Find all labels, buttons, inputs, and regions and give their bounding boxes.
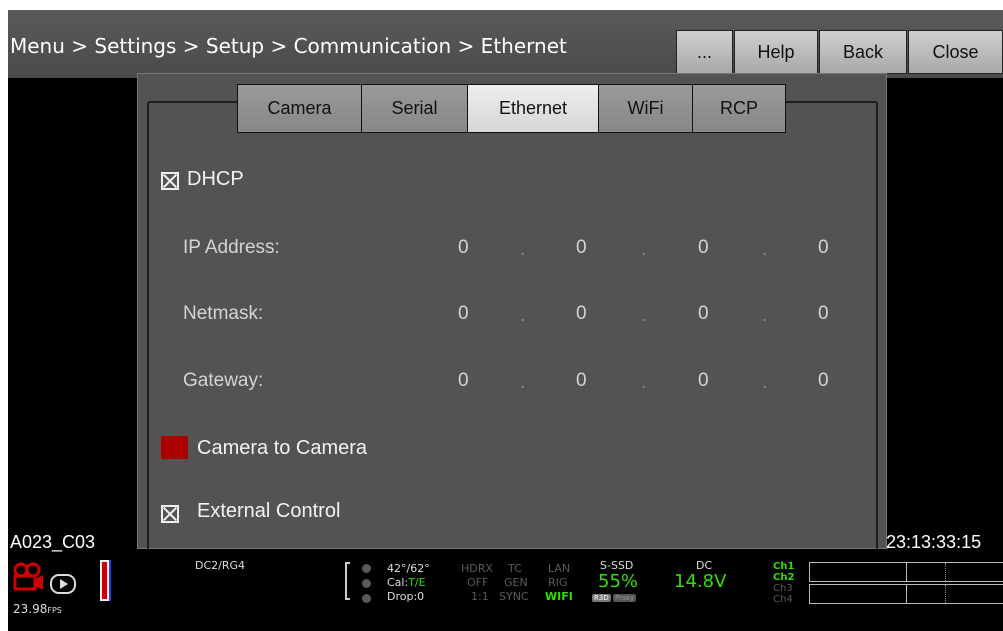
indicator-dot	[362, 564, 371, 573]
fps-display: 23.98FPS	[13, 602, 62, 616]
tab-serial[interactable]: Serial	[362, 85, 468, 132]
status-bar: 23.98FPS DC2/RG4 42°/62° Cal:T/E Drop:0 …	[8, 556, 1003, 631]
netmask-label: Netmask:	[183, 303, 264, 324]
gateway-label: Gateway:	[183, 370, 264, 391]
aspect-ratio: 1:1	[471, 590, 489, 603]
breadcrumb: Menu > Settings > Setup > Communication …	[10, 34, 567, 58]
top-bar: Menu > Settings > Setup > Communication …	[8, 10, 1003, 78]
timecode: 23:13:33:15	[886, 532, 982, 552]
audio-meter-lower	[809, 584, 1003, 604]
audio-level-bar	[109, 560, 111, 601]
audio-channel-2: Ch2	[773, 572, 795, 583]
calibration-status: Cal:T/E	[387, 576, 426, 589]
ip-octet-1[interactable]: 0	[458, 237, 469, 259]
ip-separator: .	[520, 239, 526, 260]
cal-label: Cal:	[387, 576, 409, 589]
netmask-octet-3[interactable]: 0	[698, 303, 709, 325]
sensor-temp: 42°/62°	[387, 562, 430, 575]
audio-channel-3: Ch3	[773, 583, 793, 594]
genlock-label: GEN	[504, 576, 528, 589]
rig-label: RIG	[548, 576, 568, 589]
gateway-separator: .	[520, 372, 526, 393]
look-name: DC2/RG4	[195, 559, 246, 572]
ip-address-label: IP Address:	[183, 237, 280, 258]
ip-separator: .	[762, 239, 768, 260]
gateway-octet-2[interactable]: 0	[576, 370, 587, 392]
more-button[interactable]: ...	[676, 30, 733, 74]
netmask-octet-1[interactable]: 0	[458, 303, 469, 325]
gateway-octet-1[interactable]: 0	[458, 370, 469, 392]
netmask-separator: .	[641, 305, 647, 326]
tab-rcp[interactable]: RCP	[693, 85, 785, 132]
ethernet-settings-dialog: Camera Serial Ethernet WiFi RCP DHCP IP …	[137, 73, 887, 549]
netmask-separator: .	[520, 305, 526, 326]
indicator-dot	[362, 579, 371, 588]
voltage: 14.8V	[674, 571, 727, 592]
ip-separator: .	[641, 239, 647, 260]
ip-octet-4[interactable]: 0	[818, 237, 829, 259]
tc-label: TC	[508, 562, 522, 575]
back-button[interactable]: Back	[819, 30, 907, 74]
gateway-octet-3[interactable]: 0	[698, 370, 709, 392]
hdrx-label: HDRX	[461, 562, 493, 575]
r3d-badge: R3D	[592, 594, 611, 602]
fps-value: 23.98	[13, 602, 48, 616]
playback-icon[interactable]	[50, 574, 76, 594]
dhcp-label: DHCP	[187, 168, 244, 190]
settings-panel	[147, 101, 878, 549]
gateway-separator: .	[762, 372, 768, 393]
netmask-octet-4[interactable]: 0	[818, 303, 829, 325]
tab-bar: Camera Serial Ethernet WiFi RCP	[237, 84, 786, 133]
ip-octet-3[interactable]: 0	[698, 237, 709, 259]
tab-camera[interactable]: Camera	[238, 85, 362, 132]
help-button[interactable]: Help	[734, 30, 818, 74]
external-control-label: External Control	[197, 500, 341, 522]
tab-wifi[interactable]: WiFi	[599, 85, 693, 132]
external-control-checkbox[interactable]	[161, 505, 179, 523]
audio-level-meter	[100, 560, 109, 601]
audio-channel-1: Ch1	[773, 561, 795, 572]
tab-ethernet[interactable]: Ethernet	[468, 85, 599, 132]
audio-channel-4: Ch4	[773, 594, 793, 605]
drop-frame-count: Drop:0	[387, 590, 425, 603]
ip-octet-2[interactable]: 0	[576, 237, 587, 259]
sync-label: SYNC	[499, 590, 529, 603]
netmask-octet-2[interactable]: 0	[576, 303, 587, 325]
cal-value: T/E	[408, 576, 426, 589]
lan-label: LAN	[548, 562, 571, 575]
gateway-separator: .	[641, 372, 647, 393]
fps-unit: FPS	[47, 606, 62, 615]
indicator-dot	[362, 594, 371, 603]
camera-screen: Menu > Settings > Setup > Communication …	[8, 10, 1003, 631]
gateway-octet-4[interactable]: 0	[818, 370, 829, 392]
camera-to-camera-label: Camera to Camera	[197, 437, 368, 459]
proxy-badge: Proxy	[613, 594, 637, 602]
media-remaining: 55%	[598, 571, 639, 592]
sensor-bracket	[345, 562, 350, 600]
clip-name: A023_C03	[10, 532, 96, 552]
close-button[interactable]: Close	[908, 30, 1003, 74]
wifi-status: WIFI	[545, 590, 573, 603]
camera-to-camera-toggle[interactable]	[161, 436, 188, 459]
hdrx-value: OFF	[467, 576, 489, 589]
audio-meter-upper	[809, 562, 1003, 582]
dhcp-checkbox[interactable]	[161, 172, 179, 190]
netmask-separator: .	[762, 305, 768, 326]
